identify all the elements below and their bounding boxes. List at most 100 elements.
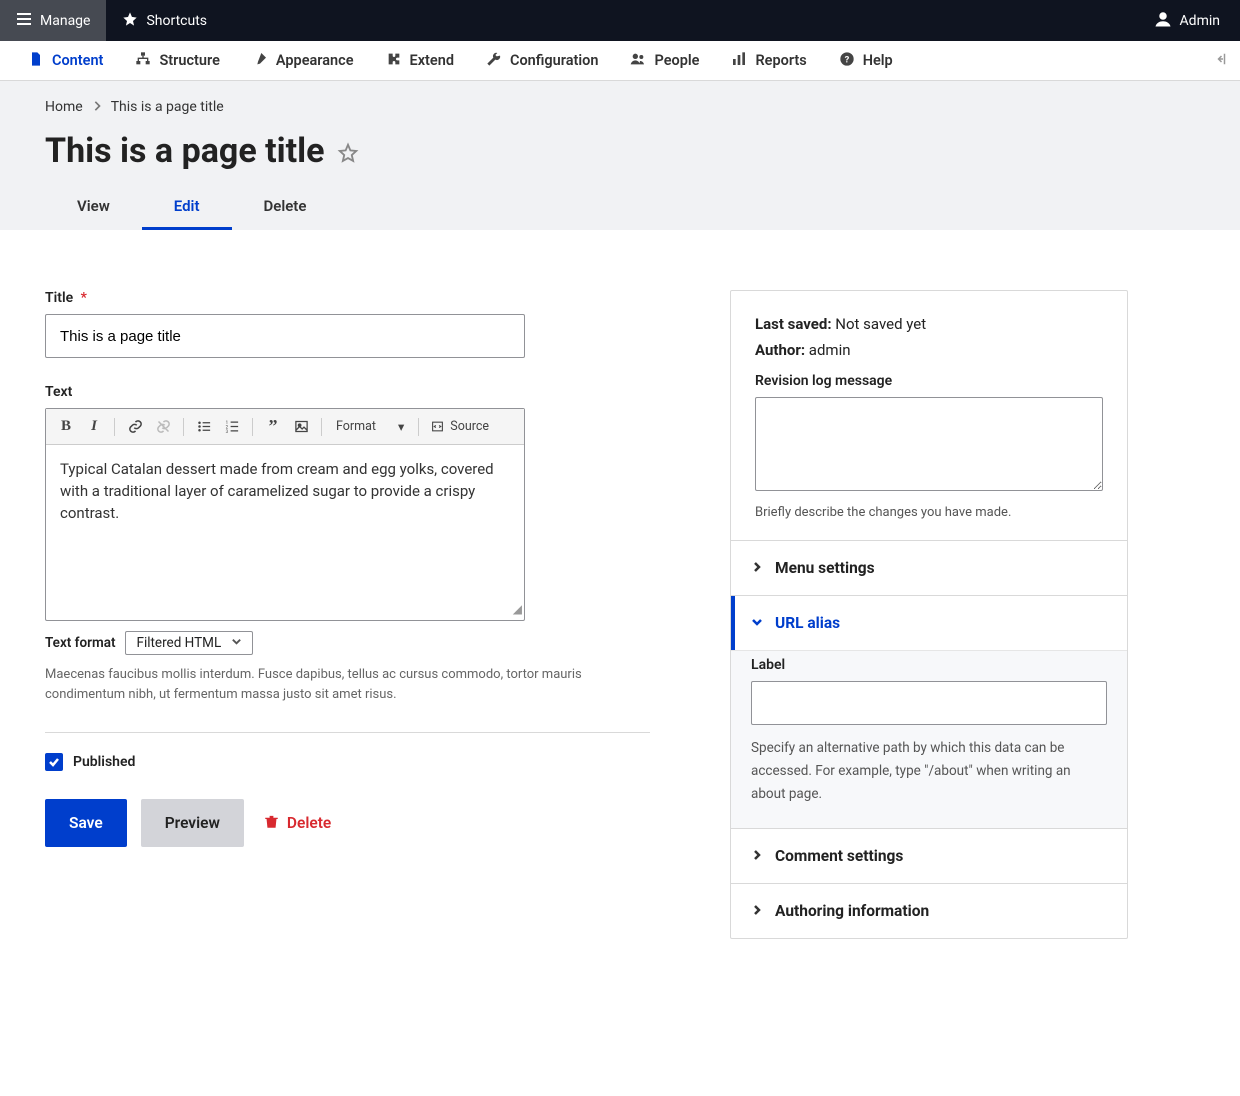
tab-reports[interactable]: Reports — [715, 41, 822, 80]
toolbar-separator — [418, 418, 419, 436]
numbered-list-button[interactable]: 123 — [220, 415, 244, 439]
accordion-header-comment-settings[interactable]: Comment settings — [731, 829, 1127, 883]
divider — [45, 732, 650, 733]
accordion-header-url-alias[interactable]: URL alias — [731, 596, 1127, 650]
chevron-right-icon — [751, 902, 763, 920]
author-row: Author: admin — [755, 341, 1103, 359]
delete-link[interactable]: Delete — [264, 813, 331, 834]
bullet-list-button[interactable] — [192, 415, 216, 439]
collapse-icon[interactable] — [1214, 50, 1232, 72]
resize-handle-icon[interactable]: ◢ — [513, 601, 522, 618]
delete-label: Delete — [287, 814, 331, 832]
source-label: Source — [450, 419, 489, 434]
title-label-text: Title — [45, 290, 73, 306]
image-button[interactable] — [289, 415, 313, 439]
svg-text:3: 3 — [225, 430, 228, 434]
svg-text:?: ? — [844, 54, 849, 65]
accordion-url-alias: URL alias Label Specify an alternative p… — [731, 595, 1127, 828]
local-tab-edit[interactable]: Edit — [142, 185, 232, 230]
tab-people[interactable]: People — [614, 41, 715, 80]
hierarchy-icon — [135, 51, 151, 71]
tab-extend[interactable]: Extend — [370, 41, 470, 80]
save-button[interactable]: Save — [45, 799, 127, 847]
form-column: Title * Text B I — [45, 290, 650, 847]
chevron-down-icon — [751, 614, 763, 632]
field-title: Title * — [45, 290, 650, 358]
accordion-header-authoring-info[interactable]: Authoring information — [731, 884, 1127, 938]
chevron-right-icon — [93, 99, 101, 115]
title-label: Title * — [45, 290, 650, 306]
blockquote-button[interactable]: ” — [261, 415, 285, 439]
url-alias-desc: Specify an alternative path by which thi… — [751, 737, 1107, 806]
user-label: Admin — [1180, 13, 1220, 29]
local-tab-view[interactable]: View — [45, 185, 142, 230]
trash-icon — [264, 813, 279, 834]
toolbar-left: Manage Shortcuts — [0, 0, 223, 41]
author-label: Author: — [755, 341, 805, 359]
tab-help[interactable]: ? Help — [823, 41, 909, 80]
breadcrumb-current: This is a page title — [111, 99, 224, 115]
paintbrush-icon — [252, 51, 268, 71]
star-filled-icon — [122, 11, 138, 31]
toolbar-separator — [252, 418, 253, 436]
revision-textarea[interactable] — [755, 397, 1103, 491]
text-help: Maecenas faucibus mollis interdum. Fusce… — [45, 665, 650, 704]
text-format-value: Filtered HTML — [136, 635, 221, 651]
text-format-select[interactable]: Filtered HTML — [125, 631, 253, 655]
field-text: Text B I 123 — [45, 384, 650, 704]
region-header: Home This is a page title This is a page… — [0, 81, 1240, 230]
tab-extend-label: Extend — [410, 52, 454, 69]
hamburger-icon — [16, 11, 32, 31]
shortcuts-link[interactable]: Shortcuts — [106, 0, 223, 41]
bold-button[interactable]: B — [54, 415, 78, 439]
tab-structure[interactable]: Structure — [119, 41, 235, 80]
rich-text-editor: B I 123 — [45, 408, 525, 621]
breadcrumb: Home This is a page title — [45, 99, 1195, 115]
unlink-button[interactable] — [151, 415, 175, 439]
url-alias-input[interactable] — [751, 681, 1107, 725]
meta-panel: Last saved: Not saved yet Author: admin … — [731, 291, 1127, 540]
page-title: This is a page title — [45, 125, 325, 185]
tab-configuration-label: Configuration — [510, 52, 599, 69]
tab-people-label: People — [654, 52, 699, 69]
published-checkbox[interactable] — [45, 753, 63, 771]
title-input[interactable] — [45, 314, 525, 358]
shortcuts-label: Shortcuts — [146, 13, 207, 29]
link-button[interactable] — [123, 415, 147, 439]
meta-sidebar: Last saved: Not saved yet Author: admin … — [730, 290, 1128, 939]
authoring-info-label: Authoring information — [775, 902, 929, 920]
file-icon — [28, 51, 44, 71]
tab-reports-label: Reports — [755, 52, 806, 69]
tab-structure-label: Structure — [159, 52, 219, 69]
chevron-right-icon — [751, 559, 763, 577]
format-dropdown[interactable]: Format ▾ — [330, 419, 410, 435]
user-menu[interactable]: Admin — [1150, 10, 1224, 32]
source-button[interactable]: Source — [427, 419, 493, 434]
tab-help-label: Help — [863, 52, 893, 69]
text-format-label: Text format — [45, 635, 115, 651]
manage-toggle[interactable]: Manage — [0, 0, 106, 41]
breadcrumb-home[interactable]: Home — [45, 99, 83, 115]
manage-label: Manage — [40, 13, 90, 29]
accordion-body-url-alias: Label Specify an alternative path by whi… — [731, 650, 1127, 828]
star-outline-icon[interactable] — [337, 142, 359, 168]
tab-appearance[interactable]: Appearance — [236, 41, 370, 80]
tab-configuration[interactable]: Configuration — [470, 41, 615, 80]
form-actions: Save Preview Delete — [45, 799, 650, 847]
preview-button[interactable]: Preview — [141, 799, 244, 847]
chevron-down-icon — [231, 635, 242, 651]
accordion-header-menu-settings[interactable]: Menu settings — [731, 541, 1127, 595]
people-icon — [630, 51, 646, 71]
chevron-right-icon — [751, 847, 763, 865]
toolbar-separator — [321, 418, 322, 436]
local-tab-delete[interactable]: Delete — [232, 185, 339, 230]
comment-settings-label: Comment settings — [775, 847, 903, 865]
admin-menu: Content Structure Appearance Extend Conf… — [0, 41, 1240, 81]
url-alias-label: URL alias — [775, 614, 840, 632]
editor-body[interactable]: Typical Catalan dessert made from cream … — [46, 445, 524, 620]
italic-button[interactable]: I — [82, 415, 106, 439]
tab-content[interactable]: Content — [12, 41, 119, 80]
url-alias-field-label: Label — [751, 657, 1107, 673]
accordion-comment-settings: Comment settings — [731, 828, 1127, 883]
revision-help: Briefly describe the changes you have ma… — [755, 505, 1103, 520]
